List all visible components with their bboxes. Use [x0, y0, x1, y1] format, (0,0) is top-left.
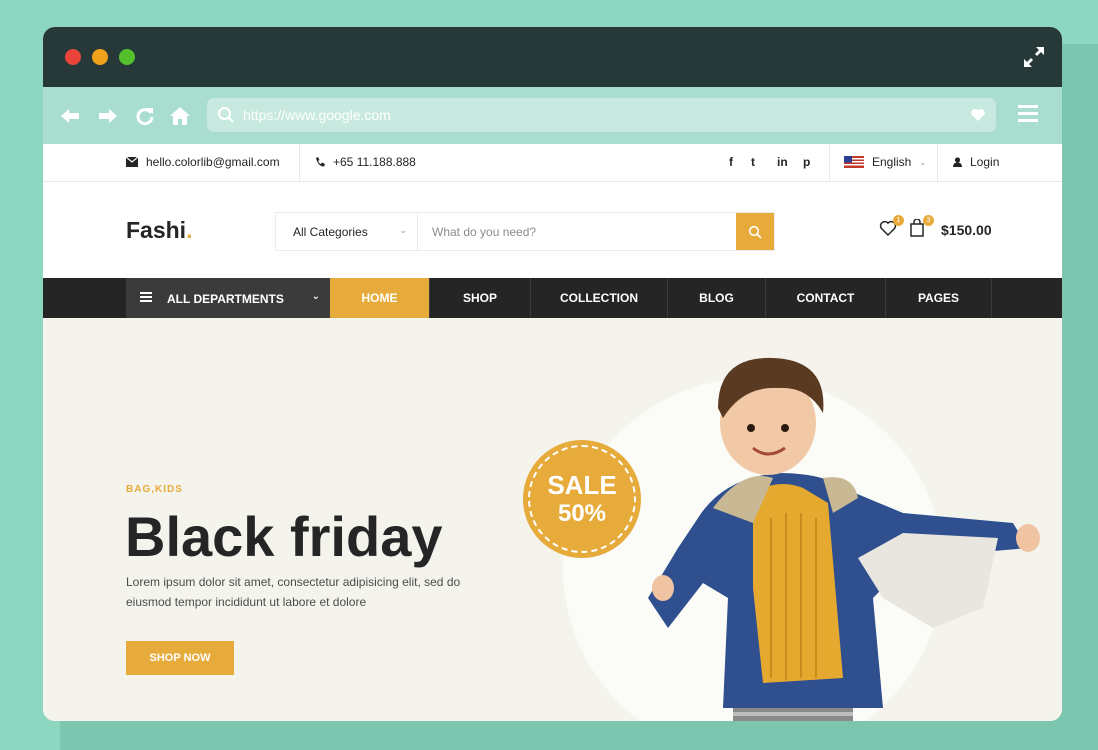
close-window-button[interactable]	[65, 49, 81, 65]
cart-total[interactable]: $150.00	[941, 222, 992, 238]
kid-model-image	[648, 357, 1040, 721]
divider	[829, 144, 830, 181]
pinterest-icon[interactable]: p	[803, 155, 810, 169]
browser-window: https://www.google.com hello.colorlib@gm…	[43, 27, 1062, 721]
main-nav: ALL DEPARTMENTS ⌄ HOME SHOP COLLECTION B…	[43, 278, 1062, 318]
facebook-icon[interactable]: f	[729, 155, 733, 169]
url-text: https://www.google.com	[243, 107, 391, 123]
phone-text: +65 11.188.888	[333, 155, 416, 169]
category-label: All Categories	[293, 225, 368, 239]
twitter-icon[interactable]: t	[751, 155, 755, 169]
nav-shop[interactable]: SHOP	[430, 278, 531, 318]
shop-now-button[interactable]: SHOP NOW	[126, 641, 234, 675]
wishlist-button[interactable]: 1	[879, 215, 904, 241]
nav-pages[interactable]: PAGES	[886, 278, 992, 318]
sale-label: SALE	[547, 470, 617, 500]
envelope-icon	[126, 157, 138, 167]
cart-button[interactable]: 3	[909, 215, 934, 241]
chevron-down-icon: ⌄	[919, 157, 927, 167]
contact-email[interactable]: hello.colorlib@gmail.com	[126, 155, 280, 169]
cart-area: 1 3 $150.00	[879, 215, 992, 241]
contact-phone[interactable]: +65 11.188.888	[315, 155, 416, 169]
fullscreen-icon[interactable]	[1022, 45, 1046, 69]
hero-description: Lorem ipsum dolor sit amet, consectetur …	[126, 575, 461, 609]
phone-icon	[316, 157, 325, 167]
menu-icon[interactable]	[1018, 105, 1038, 123]
search-icon	[218, 107, 234, 123]
category-select[interactable]: All Categories ⌄	[276, 213, 418, 250]
hero-title: Black friday	[125, 505, 443, 568]
reload-icon[interactable]	[134, 105, 156, 127]
minimize-window-button[interactable]	[92, 49, 108, 65]
search-button[interactable]	[736, 213, 774, 250]
search-icon	[748, 225, 762, 239]
user-icon	[953, 157, 962, 167]
site-logo[interactable]: Fashi.	[126, 217, 192, 244]
hero-tag[interactable]: BAG,KIDS	[126, 484, 183, 495]
divider	[937, 144, 938, 181]
chevron-down-icon: ⌄	[311, 291, 320, 302]
hero-banner: SALE 50% BAG,KIDS Black friday Lorem ips…	[43, 318, 1062, 721]
search-bar: All Categories ⌄ What do you need?	[275, 212, 775, 251]
cart-count-badge: 3	[923, 215, 934, 226]
language-selector[interactable]: English ⌄	[844, 155, 926, 169]
chevron-down-icon: ⌄	[399, 225, 407, 235]
nav-collection[interactable]: COLLECTION	[531, 278, 668, 318]
title-bar	[43, 27, 1062, 87]
email-text: hello.colorlib@gmail.com	[146, 155, 280, 169]
linkedin-icon[interactable]: in	[777, 155, 788, 169]
nav-contact[interactable]: CONTACT	[766, 278, 886, 318]
header-top-bar: hello.colorlib@gmail.com +65 11.188.888 …	[43, 144, 1062, 182]
bookmark-heart-icon[interactable]	[970, 107, 986, 123]
home-icon[interactable]	[169, 105, 191, 127]
hamburger-icon	[140, 292, 152, 302]
header-main: Fashi. All Categories ⌄ What do you need…	[43, 182, 1062, 278]
login-link[interactable]: Login	[953, 155, 999, 169]
all-departments-menu[interactable]: ALL DEPARTMENTS ⌄	[126, 278, 330, 318]
forward-arrow-icon[interactable]	[97, 105, 119, 127]
login-label: Login	[970, 155, 1000, 169]
us-flag-icon	[844, 156, 864, 168]
language-label: English	[872, 155, 912, 169]
nav-blog[interactable]: BLOG	[668, 278, 766, 318]
back-arrow-icon[interactable]	[59, 105, 81, 127]
maximize-window-button[interactable]	[119, 49, 135, 65]
divider	[299, 144, 300, 181]
browser-toolbar: https://www.google.com	[43, 87, 1062, 144]
departments-label: ALL DEPARTMENTS	[167, 292, 284, 306]
nav-home[interactable]: HOME	[330, 278, 430, 318]
search-input[interactable]: What do you need?	[418, 213, 736, 250]
sale-percent: 50%	[557, 500, 607, 527]
wishlist-count-badge: 1	[893, 215, 904, 226]
address-bar[interactable]: https://www.google.com	[207, 98, 996, 132]
sale-badge: SALE 50%	[523, 440, 641, 558]
